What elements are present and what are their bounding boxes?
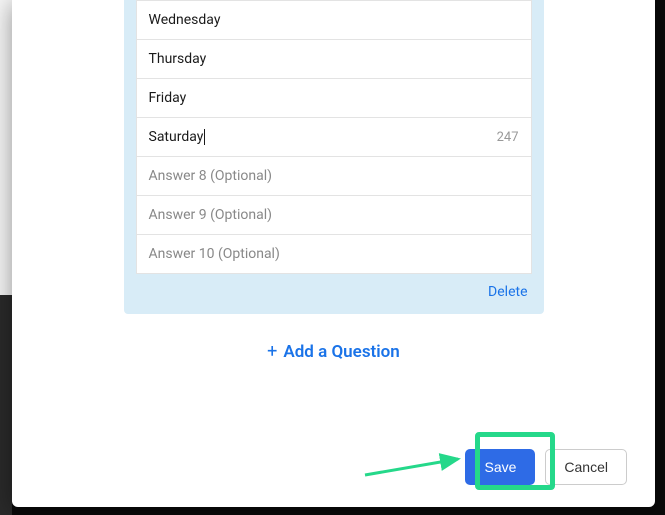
answer-text: Wednesday — [149, 12, 519, 28]
answer-input-row[interactable]: Saturday 247 — [136, 118, 532, 157]
answer-text: Saturday — [149, 129, 497, 145]
text-cursor — [204, 129, 205, 145]
answer-input-row[interactable]: Friday — [136, 79, 532, 118]
add-question-button[interactable]: + Add a Question — [267, 342, 400, 362]
delete-link-row: Delete — [136, 274, 532, 302]
add-question-row: + Add a Question — [12, 314, 655, 392]
question-answers-block: Wednesday Thursday Friday Saturday 247 A… — [124, 0, 544, 314]
answer-input-row[interactable]: Wednesday — [136, 0, 532, 40]
answer-input-row[interactable]: Thursday — [136, 40, 532, 79]
answer-input-row[interactable]: Answer 8 (Optional) — [136, 157, 532, 196]
modal-dialog: Wednesday Thursday Friday Saturday 247 A… — [12, 0, 655, 507]
modal-footer: Save Cancel — [12, 431, 655, 507]
modal-content: Wednesday Thursday Friday Saturday 247 A… — [12, 0, 655, 431]
plus-icon: + — [267, 343, 277, 361]
answer-placeholder: Answer 8 (Optional) — [149, 168, 519, 184]
answer-placeholder: Answer 10 (Optional) — [149, 246, 519, 262]
answer-text: Thursday — [149, 51, 519, 67]
background-bottom — [0, 295, 12, 515]
answer-placeholder: Answer 9 (Optional) — [149, 207, 519, 223]
answer-input-row[interactable]: Answer 9 (Optional) — [136, 196, 532, 235]
save-button[interactable]: Save — [465, 449, 535, 485]
answer-text: Friday — [149, 90, 519, 106]
char-count: 247 — [497, 130, 519, 145]
delete-question-link[interactable]: Delete — [488, 284, 527, 300]
background-left — [0, 0, 12, 295]
cancel-button[interactable]: Cancel — [545, 449, 627, 485]
add-question-label: Add a Question — [283, 342, 399, 362]
answer-input-row[interactable]: Answer 10 (Optional) — [136, 235, 532, 274]
